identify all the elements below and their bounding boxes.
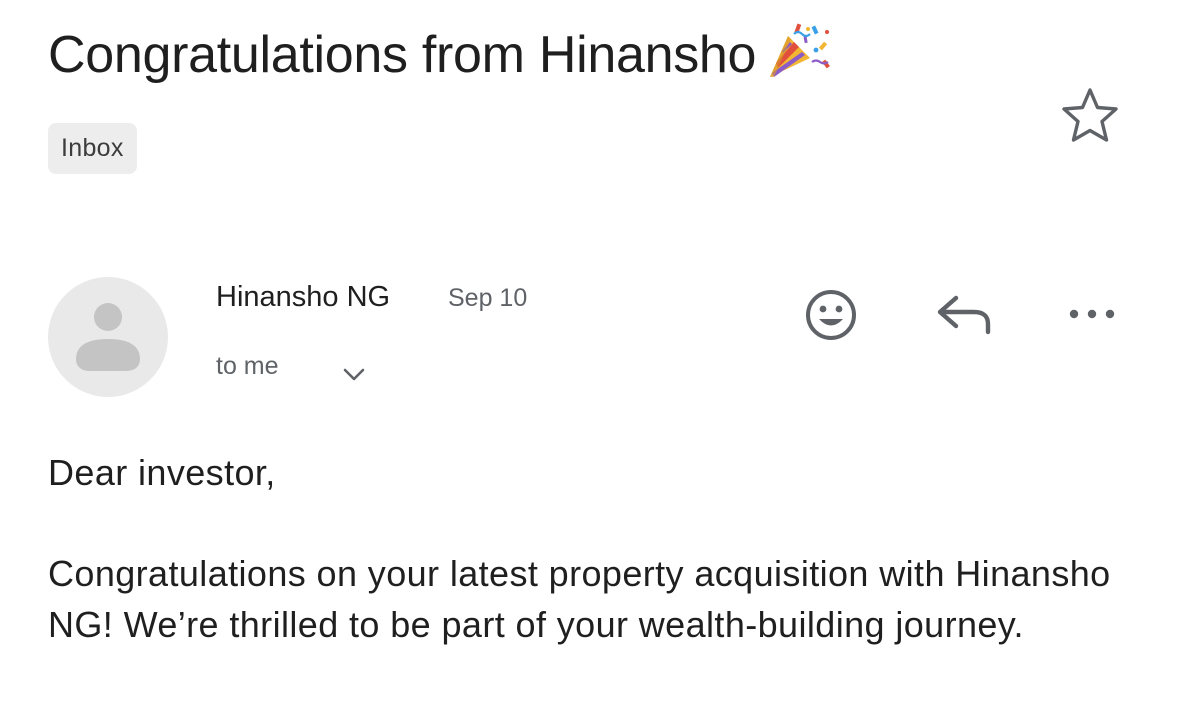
person-icon (76, 303, 140, 371)
avatar[interactable] (48, 277, 168, 397)
emoji-reaction-icon[interactable] (801, 285, 861, 345)
reply-icon[interactable] (932, 288, 996, 340)
inbox-label-chip[interactable]: Inbox (48, 123, 137, 174)
more-options-icon[interactable] (1064, 296, 1124, 332)
email-subject-text: Congratulations from Hinansho (48, 26, 757, 84)
email-view: Congratulations from Hinansho Inbox Hina… (0, 0, 1179, 726)
sender-name[interactable]: Hinansho NG (216, 279, 390, 315)
email-body-paragraph: Congratulations on your latest property … (48, 553, 1111, 645)
chevron-down-icon[interactable] (340, 360, 368, 388)
email-date: Sep 10 (448, 284, 528, 312)
star-icon[interactable] (1058, 84, 1122, 148)
party-popper-icon (770, 23, 831, 77)
recipient-line[interactable]: to me (216, 350, 279, 382)
email-greeting: Dear investor, (48, 452, 276, 493)
inbox-label-text: Inbox (61, 134, 124, 162)
email-subject: Congratulations from Hinansho (48, 22, 832, 87)
